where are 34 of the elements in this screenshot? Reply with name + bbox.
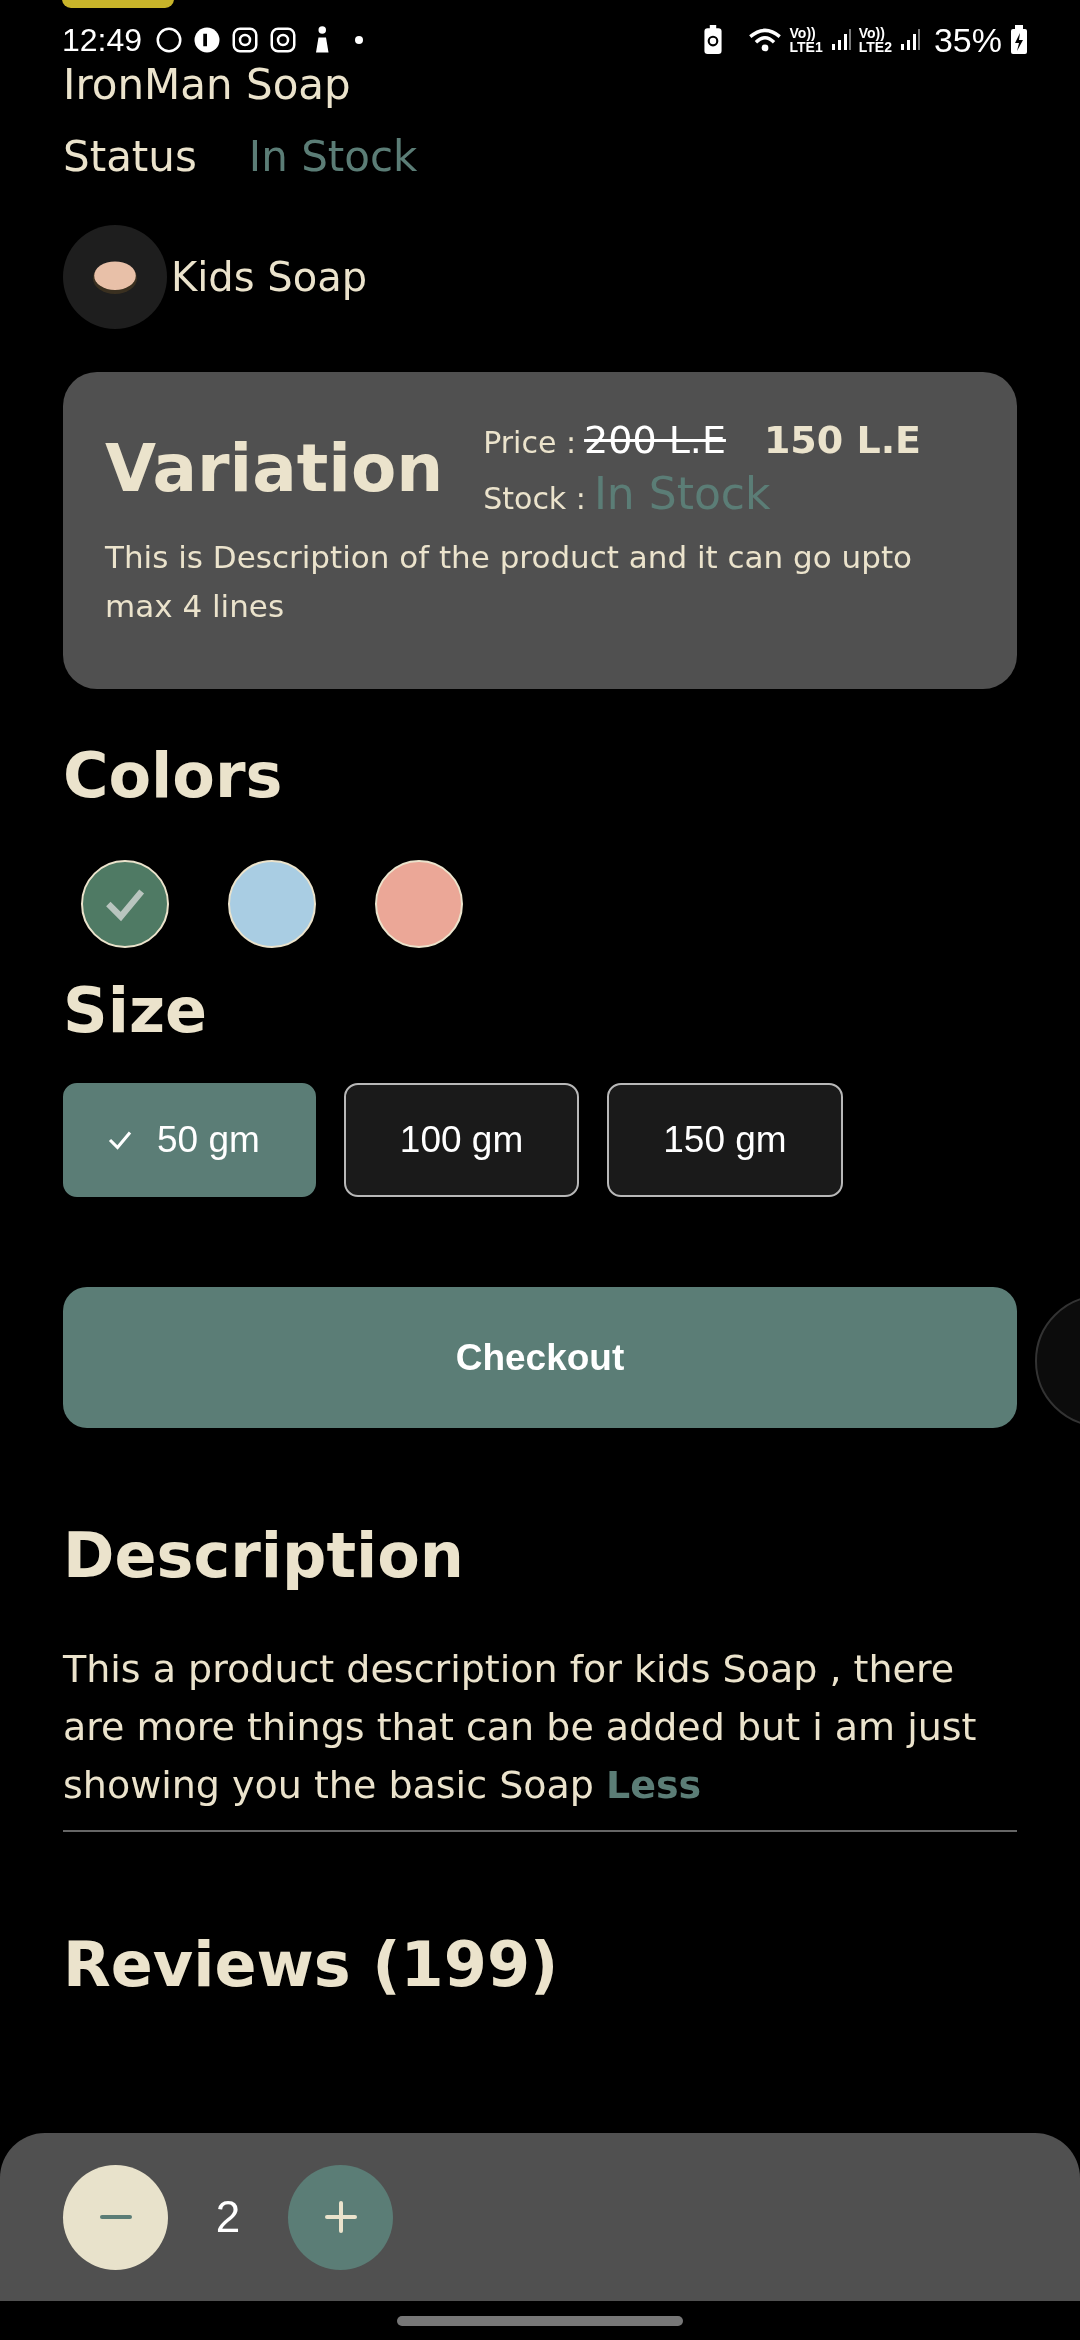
network-label: Vo)) LTE1 bbox=[789, 26, 823, 54]
battery-charging-icon bbox=[1010, 25, 1028, 55]
size-chip[interactable]: 50 gm bbox=[63, 1083, 316, 1197]
signal-icon bbox=[830, 28, 851, 52]
status-label: Status bbox=[63, 132, 197, 181]
variation-description: This is Description of the product and it can go upto max 4 lines bbox=[105, 538, 914, 626]
quantity-value: 2 bbox=[214, 2192, 242, 2242]
checkout-button[interactable]: Checkout bbox=[63, 1287, 1017, 1428]
old-price: 200 L.E bbox=[584, 418, 726, 462]
size-heading: Size bbox=[63, 973, 208, 1049]
camera-icon bbox=[230, 25, 261, 55]
description-heading: Description bbox=[63, 1518, 464, 1594]
size-chip[interactable]: 100 gm bbox=[343, 1083, 580, 1197]
wifi-icon bbox=[747, 26, 782, 54]
variation-title: Variation bbox=[105, 430, 444, 507]
price: 150 L.E bbox=[763, 418, 922, 462]
status-value: In Stock bbox=[248, 132, 418, 181]
signal-icon bbox=[899, 28, 920, 52]
category-label: Kids Soap bbox=[171, 254, 368, 300]
colors-heading: Colors bbox=[63, 738, 283, 814]
size-chip[interactable]: 150 gm bbox=[607, 1083, 843, 1197]
product-title: IronMan Soap bbox=[63, 62, 351, 108]
battery-percent: 35% bbox=[933, 20, 1002, 60]
description-text: This a product description for kids Soap , there are more things that can be added but i am just showing you the basic Soap Less bbox=[63, 1646, 978, 1809]
price-label: Price : bbox=[483, 425, 577, 460]
less-link[interactable]: Less bbox=[606, 1763, 702, 1807]
status-time: 12:49 bbox=[62, 21, 143, 59]
stock-label: Stock : bbox=[483, 481, 586, 516]
minus-icon bbox=[98, 2215, 133, 2219]
reviews-heading: Reviews (199) bbox=[63, 1927, 559, 2003]
dot-icon bbox=[354, 35, 365, 45]
camera-icon bbox=[268, 25, 299, 55]
home-indicator[interactable] bbox=[397, 2315, 683, 2326]
network-label: Vo)) LTE2 bbox=[858, 26, 892, 54]
